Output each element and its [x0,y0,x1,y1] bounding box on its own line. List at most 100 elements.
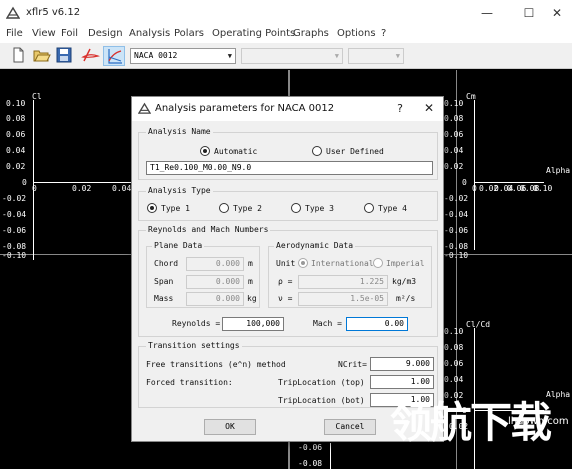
dialog-title: Analysis parameters for NACA 0012 [155,103,335,114]
menu-design[interactable]: Design [88,28,123,39]
viscosity-field[interactable]: 1.5e-05 [298,292,388,306]
chord-field[interactable]: 0.000 [186,257,244,271]
window-titlebar: xflr5 v6.12 — ☐ ✕ [0,0,572,26]
menu-graphs[interactable]: Graphs [293,28,329,39]
span-field[interactable]: 0.000 [186,275,244,289]
opp-select[interactable]: ▼ [348,48,404,64]
cm-y-tick: 0.08 [444,114,464,123]
trip-top-input[interactable]: 1.00 [370,375,434,389]
cl-y-tick: 0.08 [6,114,26,123]
chord-label: Chord [154,259,179,268]
forced-transition-label: Forced transition: [146,378,233,387]
menu-file[interactable]: File [6,28,23,39]
analysis-type-group-label: Analysis Type [146,186,213,195]
cl-y-tick: 0.06 [6,130,26,139]
foil-select[interactable]: NACA 0012 ▼ [130,48,236,64]
cl-y-tick: 0.02 [6,162,26,171]
mach-input[interactable]: 0.00 [346,317,408,331]
span-label: Span [154,277,174,286]
rho-label: ρ = [278,277,293,286]
type3-radio[interactable] [291,203,301,213]
ncrit-input[interactable]: 9.000 [370,357,434,371]
aerodynamic-data-group-label: Aerodynamic Data [274,241,356,250]
type2-radio[interactable] [219,203,229,213]
help-button[interactable]: ? [397,102,403,115]
cl-y-tick: 0 [22,178,27,187]
menu-options[interactable]: Options [337,28,376,39]
opp-view-button[interactable] [80,46,102,66]
viscosity-unit: m²/s [396,294,416,303]
unit-label: Unit [276,259,296,268]
cl-x-tick: 0.02 [72,184,92,193]
menu-operating-points[interactable]: Operating Points [212,28,295,39]
trip-bot-label: TripLocation (bot) [278,396,365,405]
cm-y-tick: 0 [462,178,467,187]
clcd-y-tick: 0.04 [444,375,464,384]
cancel-button[interactable]: Cancel [324,419,376,435]
save-project-button[interactable] [54,46,76,66]
cm-y-tick: 0.10 [444,99,464,108]
cl-x-tick: 0.04 [112,184,132,193]
cl-y-tick: 0.04 [6,146,26,155]
automatic-radio[interactable] [200,146,210,156]
analysis-name-input[interactable]: T1_Re0.100_M0.00_N9.0 [146,161,433,175]
xflr5-app-icon [6,6,20,19]
watermark-url: lhdown.com [508,416,569,427]
cm-y-tick: -0.08 [444,242,469,251]
menu-help[interactable]: ? [381,28,386,39]
cl-y-tick: -0.06 [2,226,27,235]
menu-polars[interactable]: Polars [174,28,204,39]
cm-y-tick: 0.06 [444,130,464,139]
cm-y-tick: -0.02 [444,194,469,203]
cl-x-tick: 0 [32,184,37,193]
dialog-close-button[interactable]: ✕ [424,101,434,115]
ok-button[interactable]: OK [204,419,256,435]
type1-radio[interactable] [147,203,157,213]
analysis-parameters-dialog: Analysis parameters for NACA 0012 ? ✕ An… [131,96,444,442]
minimize-button[interactable]: — [470,4,504,22]
close-window-button[interactable]: ✕ [540,4,572,22]
type4-radio[interactable] [364,203,374,213]
menu-view[interactable]: View [32,28,56,39]
clcd-y-tick: 0.10 [444,327,464,336]
cl-x-axis [33,182,133,183]
mass-field[interactable]: 0.000 [186,292,244,306]
cm-y-axis [474,100,475,250]
cm-y-tick: 0.02 [444,162,464,171]
reynolds-input[interactable]: 100,000 [222,317,284,331]
menu-analysis[interactable]: Analysis [129,28,170,39]
imperial-label: Imperial [386,259,425,268]
clcd-y-tick: 0.06 [444,359,464,368]
clcd-y-tick: 0.08 [444,343,464,352]
density-field[interactable]: 1.225 [298,275,388,289]
viscosity-label: ν = [278,294,293,303]
user-defined-radio[interactable] [312,146,322,156]
cl-y-tick: -0.08 [2,242,27,251]
span-unit: m [248,277,253,286]
menu-foil[interactable]: Foil [61,28,78,39]
density-unit: kg/m3 [392,277,417,286]
mass-label: Mass [154,294,174,303]
open-project-button[interactable] [31,46,53,66]
bottom-graph-y-axis [330,443,331,469]
type1-label: Type 1 [161,204,190,213]
cm-y-tick: -0.04 [444,210,469,219]
transition-settings-group-label: Transition settings [146,341,242,350]
automatic-label: Automatic [214,147,258,156]
reynolds-label: Reynolds = [172,319,221,328]
chevron-down-icon: ▼ [395,52,400,60]
cm-y-tick: -0.06 [444,226,469,235]
save-disk-icon [56,47,72,63]
imperial-radio[interactable] [373,258,383,268]
type3-label: Type 3 [305,204,334,213]
new-file-icon [13,47,24,63]
reynolds-mach-group-label: Reynolds and Mach Numbers [146,225,271,234]
cm-y-tick: -0.10 [444,251,469,260]
plane-data-group-label: Plane Data [152,241,205,250]
new-project-button[interactable] [8,46,30,66]
cm-x-axis [474,182,544,183]
polar-select[interactable]: ▼ [241,48,343,64]
toolbar: NACA 0012 ▼ ▼ ▼ [0,43,572,69]
international-radio[interactable] [298,258,308,268]
polar-view-button[interactable] [103,46,125,66]
